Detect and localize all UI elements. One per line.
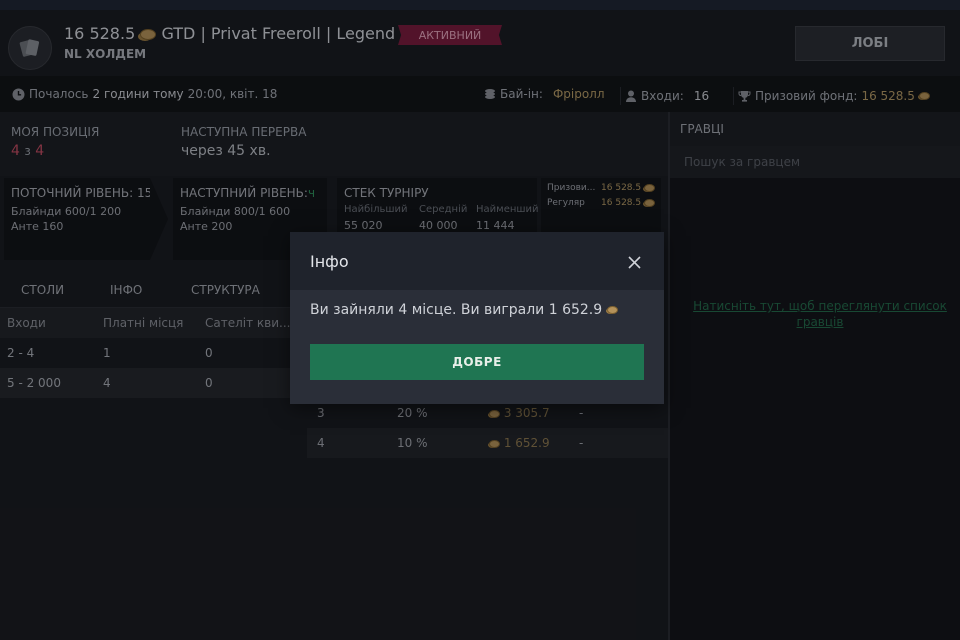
dialog-message: Ви зайняли 4 місце. Ви виграли 1 652.9 [310, 302, 619, 318]
ok-button[interactable]: ДОБРЕ [310, 344, 644, 380]
dialog-title: Інфо [310, 252, 349, 271]
info-dialog: Інфо Ви зайняли 4 місце. Ви виграли 1 65… [290, 232, 664, 404]
dialog-header: Інфо [290, 232, 664, 290]
dialog-message-text: Ви зайняли 4 місце. Ви виграли 1 652.9 [310, 302, 603, 318]
coin-icon [607, 306, 619, 314]
close-icon[interactable] [624, 252, 644, 272]
